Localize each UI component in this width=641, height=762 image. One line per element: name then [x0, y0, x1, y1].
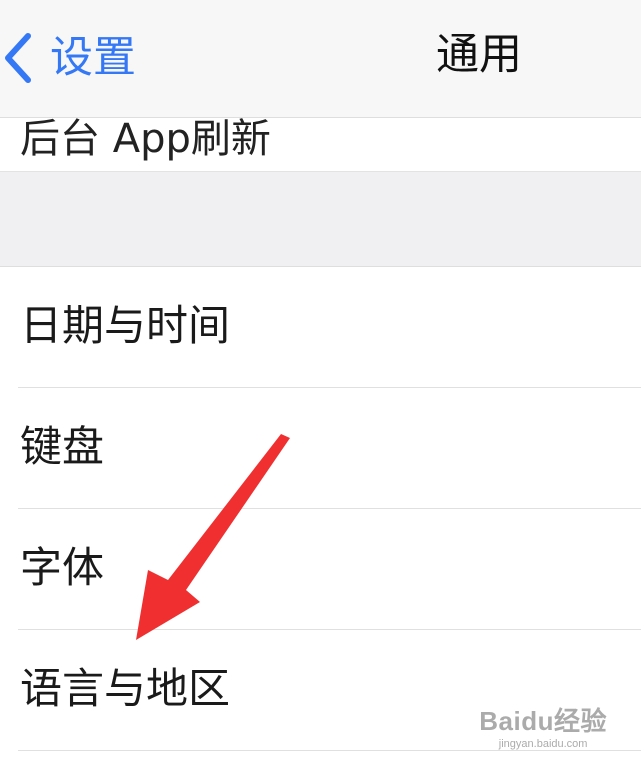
list-item-fonts[interactable]: 字体: [0, 509, 641, 630]
list-item-keyboard[interactable]: 键盘: [0, 388, 641, 509]
chevron-left-icon: [5, 33, 31, 83]
watermark-brand: Baidu经验: [479, 706, 607, 736]
back-button[interactable]: 设置: [0, 18, 136, 98]
navigation-bar: 设置 通用: [0, 0, 641, 118]
list-item-label: 键盘: [20, 422, 105, 471]
list-item-label: 字体: [20, 543, 105, 592]
list-item-date-time[interactable]: 日期与时间: [0, 267, 641, 388]
settings-list: 日期与时间 键盘 字体 语言与地区: [0, 267, 641, 751]
list-item-label: 语言与地区: [20, 664, 231, 713]
back-label: 设置: [50, 32, 136, 83]
watermark-url: jingyan.baidu.com: [498, 738, 588, 750]
watermark: Baidu经验 jingyan.baidu.com: [479, 708, 607, 750]
list-item-label: 日期与时间: [20, 301, 231, 350]
section-separator: [0, 172, 641, 267]
page-title: 通用: [436, 30, 522, 80]
